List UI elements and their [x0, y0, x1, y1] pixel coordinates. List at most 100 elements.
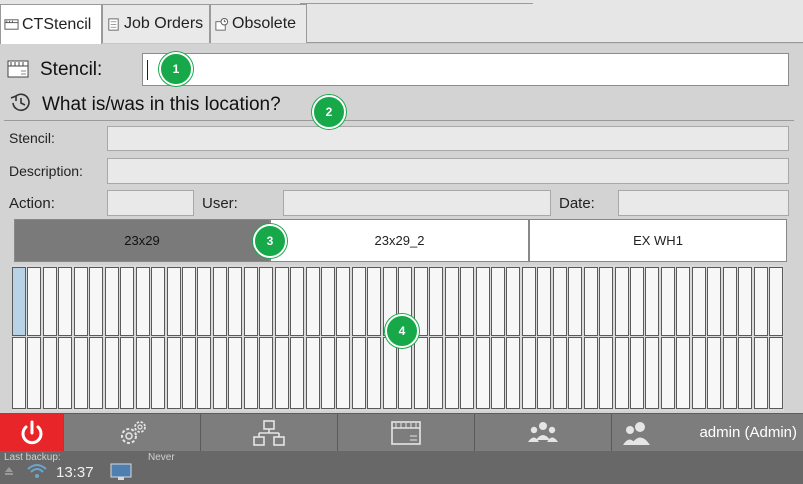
storage-slot[interactable] — [274, 337, 289, 409]
storage-slot[interactable] — [738, 267, 753, 336]
storage-slot[interactable] — [460, 337, 474, 409]
storage-slot[interactable] — [305, 267, 320, 336]
storage-slot[interactable] — [382, 337, 397, 409]
tab-ctstencil[interactable]: CTStencil — [0, 4, 102, 44]
storage-slot[interactable] — [259, 337, 274, 409]
storage-slot[interactable] — [212, 267, 227, 336]
storage-slot[interactable] — [259, 267, 274, 336]
storage-slot[interactable] — [460, 267, 474, 336]
storage-slot[interactable] — [181, 267, 196, 336]
storage-slot[interactable] — [135, 267, 150, 336]
storage-slot[interactable] — [691, 267, 706, 336]
storage-slot[interactable] — [120, 267, 135, 336]
storage-slot[interactable] — [630, 337, 644, 409]
tab-obsolete[interactable]: Obsolete — [210, 4, 307, 43]
network-button[interactable] — [201, 414, 338, 452]
storage-slot[interactable] — [630, 267, 644, 336]
storage-slot[interactable] — [583, 267, 598, 336]
storage-slot[interactable] — [212, 337, 227, 409]
storage-slot[interactable] — [58, 337, 73, 409]
storage-slot[interactable] — [243, 267, 258, 336]
storage-slot[interactable] — [722, 337, 737, 409]
storage-slot[interactable] — [753, 337, 768, 409]
storage-slot[interactable] — [367, 267, 382, 336]
stencil-button[interactable] — [338, 414, 475, 452]
storage-slot[interactable] — [753, 267, 768, 336]
storage-slot[interactable] — [197, 267, 212, 336]
storage-slot[interactable] — [336, 267, 351, 336]
monitor-icon[interactable] — [110, 463, 132, 481]
storage-slot[interactable] — [645, 267, 660, 336]
storage-slot[interactable] — [12, 267, 26, 336]
storage-slot[interactable] — [228, 337, 243, 409]
storage-slot[interactable] — [537, 267, 552, 336]
storage-slot[interactable] — [228, 267, 243, 336]
storage-slot[interactable] — [351, 337, 366, 409]
stencil-scan-input[interactable] — [142, 53, 789, 86]
location-tab-ex-wh1[interactable]: EX WH1 — [529, 219, 787, 262]
storage-slot[interactable] — [243, 337, 258, 409]
storage-slot[interactable] — [89, 267, 104, 336]
storage-slot[interactable] — [135, 337, 150, 409]
storage-slot[interactable] — [413, 337, 428, 409]
storage-slot[interactable] — [614, 267, 629, 336]
storage-slot[interactable] — [506, 267, 521, 336]
storage-slot[interactable] — [321, 337, 335, 409]
storage-slot[interactable] — [568, 337, 583, 409]
storage-slot[interactable] — [27, 267, 42, 336]
storage-slot[interactable] — [12, 337, 26, 409]
storage-slot[interactable] — [58, 267, 73, 336]
storage-slot[interactable] — [321, 267, 335, 336]
storage-slot[interactable] — [614, 337, 629, 409]
storage-slot[interactable] — [707, 337, 722, 409]
storage-slot[interactable] — [444, 267, 459, 336]
storage-slot[interactable] — [104, 337, 119, 409]
settings-button[interactable] — [64, 414, 201, 452]
storage-slot[interactable] — [568, 267, 583, 336]
storage-slot[interactable] — [166, 337, 181, 409]
storage-slot[interactable] — [336, 337, 351, 409]
location-tab-23x29[interactable]: 23x29 — [14, 219, 270, 262]
storage-slot[interactable] — [691, 337, 706, 409]
storage-slot[interactable] — [42, 267, 57, 336]
storage-slot[interactable] — [645, 337, 660, 409]
storage-slot[interactable] — [73, 337, 88, 409]
storage-slot[interactable] — [722, 267, 737, 336]
storage-slot[interactable] — [707, 267, 722, 336]
storage-slot[interactable] — [660, 337, 675, 409]
storage-slot[interactable] — [676, 337, 691, 409]
storage-slot[interactable] — [521, 337, 536, 409]
storage-slot[interactable] — [367, 337, 382, 409]
storage-slot[interactable] — [181, 337, 196, 409]
storage-slot[interactable] — [290, 337, 305, 409]
storage-slot[interactable] — [738, 337, 753, 409]
storage-slot[interactable] — [676, 267, 691, 336]
storage-slot[interactable] — [166, 267, 181, 336]
storage-slot[interactable] — [73, 267, 88, 336]
storage-slot[interactable] — [27, 337, 42, 409]
storage-slot[interactable] — [104, 267, 119, 336]
storage-slot[interactable] — [599, 337, 614, 409]
storage-slot[interactable] — [552, 337, 567, 409]
storage-slot[interactable] — [429, 267, 444, 336]
storage-slot[interactable] — [475, 337, 490, 409]
storage-slot[interactable] — [490, 337, 505, 409]
storage-slot[interactable] — [42, 337, 57, 409]
group-button[interactable] — [475, 414, 612, 452]
storage-slot[interactable] — [475, 267, 490, 336]
power-button[interactable] — [0, 414, 64, 452]
storage-slot[interactable] — [151, 337, 165, 409]
storage-slot[interactable] — [552, 267, 567, 336]
storage-slot[interactable] — [599, 267, 614, 336]
storage-slot[interactable] — [521, 267, 536, 336]
storage-slot[interactable] — [537, 337, 552, 409]
storage-slot[interactable] — [89, 337, 104, 409]
storage-slot[interactable] — [444, 337, 459, 409]
tab-job-orders[interactable]: Job Orders — [102, 4, 210, 43]
storage-slot[interactable] — [490, 267, 505, 336]
storage-slot[interactable] — [274, 267, 289, 336]
storage-slot[interactable] — [769, 267, 783, 336]
storage-slot[interactable] — [506, 337, 521, 409]
storage-slot[interactable] — [197, 337, 212, 409]
storage-slot[interactable] — [583, 337, 598, 409]
